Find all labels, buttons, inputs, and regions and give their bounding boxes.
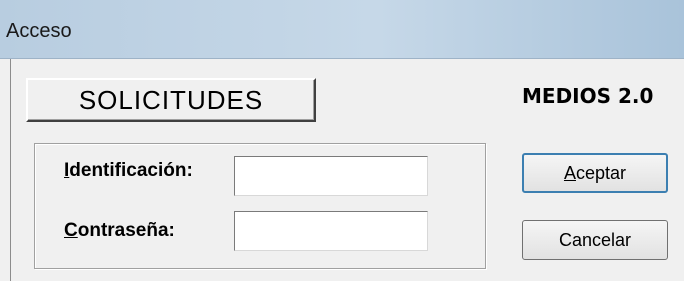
identificacion-label: Identificación: [64, 160, 193, 182]
contrasena-mnemonic: C [64, 220, 78, 241]
contrasena-label-text: ontraseña: [77, 220, 175, 241]
contrasena-input[interactable] [234, 211, 428, 251]
app-name-label: MEDIOS 2.0 [522, 84, 654, 108]
aceptar-button[interactable]: Aceptar [522, 153, 668, 193]
aceptar-mnemonic: A [563, 163, 576, 183]
contrasena-label: Contraseña: [64, 220, 175, 242]
aceptar-label: ceptar [575, 163, 627, 183]
cancelar-button[interactable]: Cancelar [522, 220, 668, 260]
identificacion-input[interactable] [234, 156, 428, 196]
identificacion-label-text: dentificación: [69, 160, 193, 181]
title-bar[interactable]: Acceso [0, 0, 684, 59]
solicitudes-button[interactable]: SOLICITUDES [26, 78, 316, 122]
login-dialog: Acceso SOLICITUDES MEDIOS 2.0 Identifica… [0, 0, 684, 281]
window-title: Acceso [6, 20, 72, 42]
